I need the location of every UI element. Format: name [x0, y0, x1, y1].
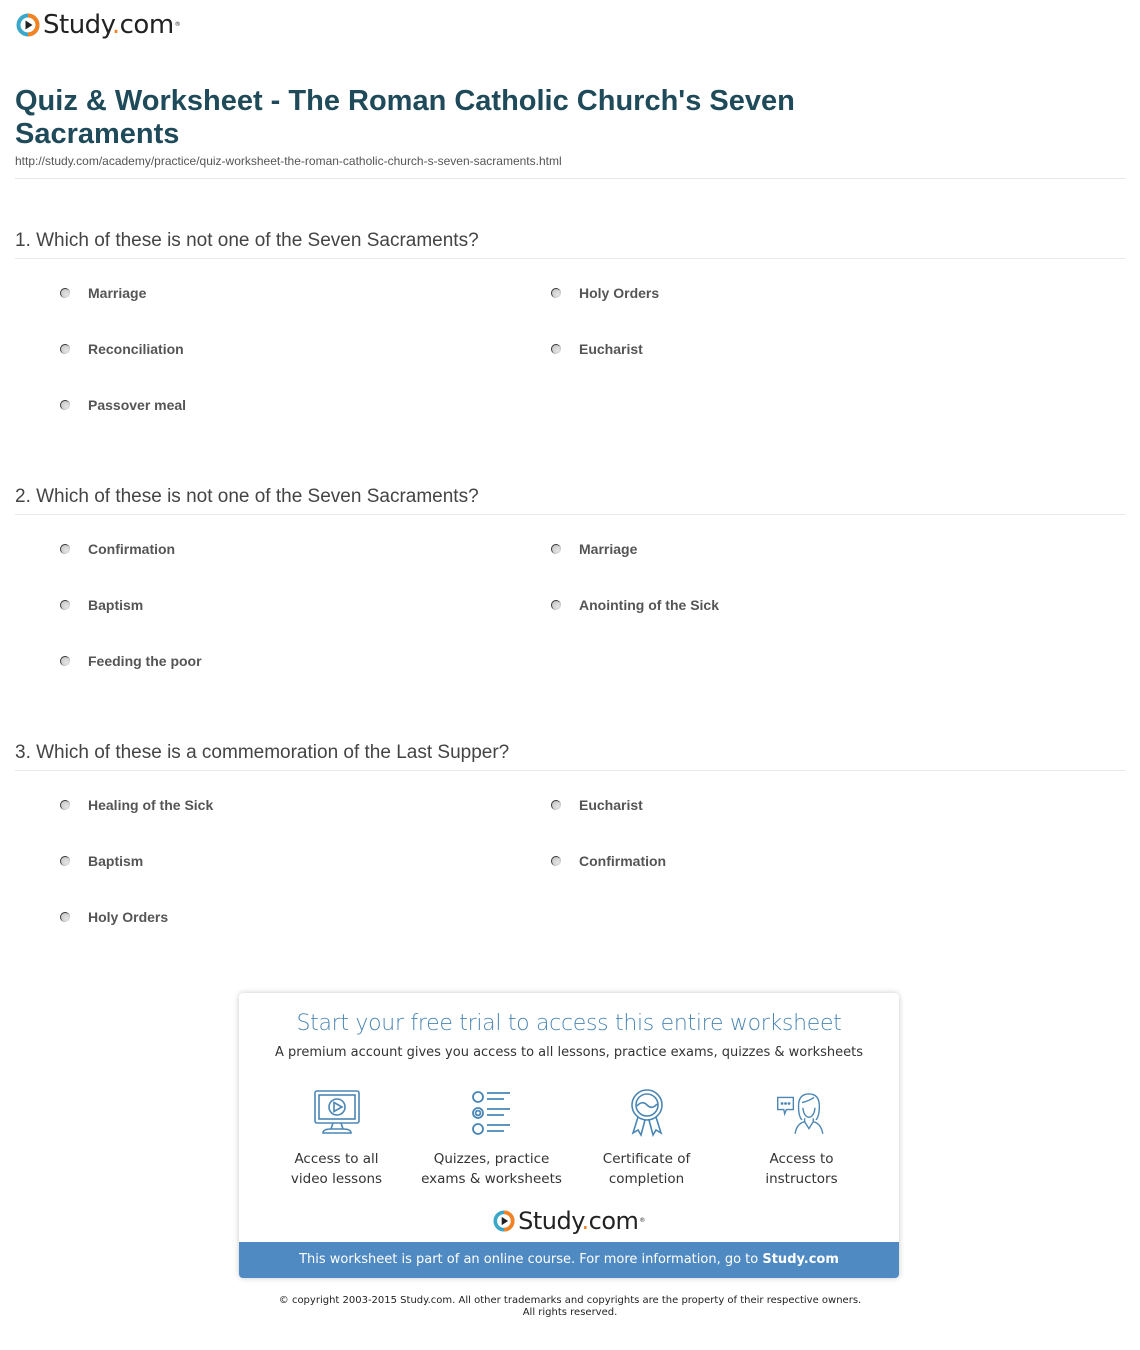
radio-button[interactable]	[60, 344, 70, 354]
radio-button[interactable]	[60, 856, 70, 866]
promo-title[interactable]: Start your free trial to access this ent…	[239, 1011, 899, 1036]
radio-button[interactable]	[60, 544, 70, 554]
banner-text: This worksheet is part of an online cour…	[299, 1252, 763, 1267]
radio-button[interactable]	[60, 400, 70, 410]
feature-instructors: Access to instructors	[724, 1087, 879, 1189]
radio-button[interactable]	[60, 800, 70, 810]
answer-option[interactable]: Baptism	[60, 851, 143, 871]
promo-subtitle: A premium account gives you access to al…	[275, 1045, 863, 1060]
video-monitor-icon	[313, 1090, 360, 1134]
question-text: 1. Which of these is not one of the Seve…	[15, 229, 1125, 259]
feature-certificate: Certificate of completion	[569, 1087, 724, 1189]
radio-button[interactable]	[551, 800, 561, 810]
answer-option[interactable]: Reconciliation	[60, 339, 184, 359]
radio-button[interactable]	[60, 912, 70, 922]
radio-button[interactable]	[551, 288, 561, 298]
answer-option[interactable]: Marriage	[60, 283, 146, 303]
question-text: 3. Which of these is a commemoration of …	[15, 741, 1125, 771]
radio-button[interactable]	[551, 344, 561, 354]
feature-label: Certificate of completion	[602, 1151, 691, 1187]
divider	[15, 178, 1125, 179]
feature-label: Quizzes, practice exams & worksheets	[421, 1151, 562, 1187]
answer-option[interactable]: Holy Orders	[551, 283, 659, 303]
answer-option[interactable]: Anointing of the Sick	[551, 595, 719, 615]
question-2: 2. Which of these is not one of the Seve…	[15, 485, 1125, 685]
free-trial-promo: Start your free trial to access this ent…	[239, 993, 899, 1278]
answer-option[interactable]: Eucharist	[551, 795, 643, 815]
answer-option[interactable]: Marriage	[551, 539, 637, 559]
play-circle-logo-icon	[16, 13, 40, 37]
instructor-chat-icon	[776, 1093, 823, 1134]
question-text: 2. Which of these is not one of the Seve…	[15, 485, 1125, 515]
course-info-banner: This worksheet is part of an online cour…	[239, 1242, 899, 1278]
answer-option[interactable]: Healing of the Sick	[60, 795, 213, 815]
copyright-footer: © copyright 2003-2015 Study.com. All oth…	[0, 1295, 1140, 1319]
radio-button[interactable]	[60, 600, 70, 610]
radio-button[interactable]	[551, 856, 561, 866]
certificate-ribbon-icon	[630, 1089, 663, 1138]
rights-text: All rights reserved.	[522, 1307, 618, 1318]
feature-quizzes: Quizzes, practice exams & worksheets	[414, 1087, 569, 1189]
quiz-list-icon	[471, 1091, 510, 1135]
page-url: http://study.com/academy/practice/quiz-w…	[15, 154, 562, 168]
radio-button[interactable]	[60, 288, 70, 298]
logo-wordmark: Study.com®	[518, 1207, 645, 1235]
radio-button[interactable]	[551, 544, 561, 554]
feature-list: Access to all video lessons Quizzes, prac…	[259, 1087, 879, 1189]
answer-option[interactable]: Confirmation	[60, 539, 175, 559]
logo-wordmark: Study.com®	[43, 10, 181, 40]
answer-options: Confirmation Marriage Baptism Anointing …	[15, 515, 1125, 685]
answer-options: Marriage Holy Orders Reconciliation Euch…	[15, 259, 1125, 429]
question-3: 3. Which of these is a commemoration of …	[15, 741, 1125, 941]
answer-option[interactable]: Eucharist	[551, 339, 643, 359]
feature-label: Access to all video lessons	[290, 1151, 383, 1187]
study-logo[interactable]: Study.com®	[16, 10, 181, 40]
promo-study-logo[interactable]: Study.com®	[239, 1207, 899, 1235]
copyright-text: © copyright 2003-2015 Study.com. All oth…	[278, 1295, 862, 1306]
answer-option[interactable]: Baptism	[60, 595, 143, 615]
banner-study-link[interactable]: Study.com	[762, 1252, 839, 1267]
play-circle-logo-icon	[493, 1210, 515, 1232]
radio-button[interactable]	[551, 600, 561, 610]
answer-option[interactable]: Passover meal	[60, 395, 186, 415]
feature-label: Access to instructors	[765, 1151, 838, 1187]
answer-option[interactable]: Confirmation	[551, 851, 666, 871]
radio-button[interactable]	[60, 656, 70, 666]
page-title: Quiz & Worksheet - The Roman Catholic Ch…	[15, 85, 795, 150]
answer-option[interactable]: Feeding the poor	[60, 651, 202, 671]
answer-option[interactable]: Holy Orders	[60, 907, 168, 927]
feature-video-lessons: Access to all video lessons	[259, 1087, 414, 1189]
question-1: 1. Which of these is not one of the Seve…	[15, 229, 1125, 429]
answer-options: Healing of the Sick Eucharist Baptism Co…	[15, 771, 1125, 941]
